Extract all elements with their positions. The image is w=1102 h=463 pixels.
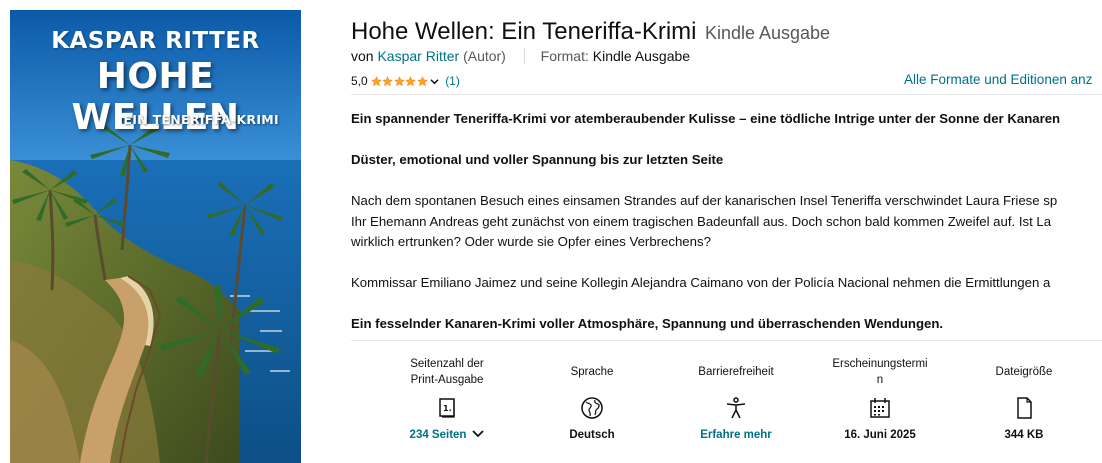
product-title: Hohe Wellen: Ein Teneriffa-Krimi — [351, 18, 697, 45]
rating-row: 5,0 (1) — [351, 74, 460, 88]
accessibility-icon — [724, 396, 748, 420]
globe-icon — [580, 396, 604, 420]
divider — [351, 94, 1102, 95]
description-headline: Düster, emotional und voller Spannung bi… — [351, 152, 724, 167]
book-pages-icon: 1. — [435, 396, 459, 420]
cover-author: KASPAR RITTER — [51, 28, 260, 54]
product-title-row: Hohe Wellen: Ein Teneriffa-Krimi Kindle … — [351, 18, 830, 46]
description-paragraph: Kommissar Emiliano Jaimez und seine Koll… — [351, 275, 1051, 290]
book-cover-image[interactable]: KASPAR RITTER HOHE WELLEN EIN TENERIFFA-… — [10, 10, 301, 463]
file-size-value: 344 KB — [1004, 429, 1044, 441]
print-length-value[interactable]: 234 Seiten — [373, 429, 521, 441]
by-prefix: von — [351, 48, 374, 64]
star-icon — [382, 75, 394, 86]
detail-label-line: Erscheinungstermi — [832, 358, 928, 370]
star-icon — [405, 75, 417, 86]
detail-label-line: n — [876, 374, 884, 386]
description-line: Nach dem spontanen Besuch eines einsamen… — [351, 193, 1058, 208]
star-icon — [393, 75, 405, 86]
detail-label-line: Print-Ausgabe — [410, 374, 484, 386]
description-line: Ihr Ehemann Andreas geht zunächst von ei… — [351, 213, 1052, 229]
print-length-text: 234 Seiten — [409, 429, 467, 441]
detail-label-line: Seitenzahl der — [410, 358, 484, 370]
detail-label: Sprache — [570, 366, 614, 378]
cover-subtitle: EIN TENERIFFA-KRIMI — [123, 112, 279, 127]
chevron-down-icon — [472, 430, 485, 438]
language-value: Deutsch — [569, 429, 615, 441]
star-icon — [416, 75, 428, 86]
binding-type: Kindle Ausgabe — [704, 23, 831, 43]
book-description: Ein spannender Teneriffa-Krimi vor atemb… — [351, 109, 1102, 355]
author-role: (Autor) — [463, 48, 506, 64]
byline: von Kaspar Ritter (Autor) Format: Kindle… — [351, 48, 690, 64]
calendar-icon — [868, 396, 892, 420]
detail-label: Erscheinungstermi n — [806, 356, 954, 388]
detail-label: Barrierefreiheit — [698, 366, 774, 378]
product-details-carousel: Seitenzahl der Print-Ausgabe 1. 234 Seit… — [351, 341, 1102, 463]
format-label: Format: — [540, 48, 589, 64]
byline-separator — [523, 48, 525, 64]
star-icon — [370, 75, 382, 86]
detail-label: Dateigröße — [995, 366, 1053, 378]
chevron-down-icon[interactable] — [430, 77, 439, 86]
detail-accessibility: Barrierefreiheit Erfahre mehr — [662, 341, 810, 463]
detail-file-size: Dateigröße 344 KB — [950, 341, 1098, 463]
rating-value: 5,0 — [351, 74, 368, 88]
svg-text:1.: 1. — [443, 404, 452, 413]
description-line: wirklich ertrunken? Oder wurde sie Opfer… — [351, 234, 711, 249]
description-paragraph: Nach dem spontanen Besuch eines einsamen… — [351, 191, 1102, 253]
star-rating[interactable] — [370, 75, 429, 87]
author-link[interactable]: Kaspar Ritter — [377, 48, 459, 64]
detail-publication-date: Erscheinungstermi n 16. Juni 2025 — [806, 341, 954, 463]
detail-label: Seitenzahl der Print-Ausgabe — [373, 356, 521, 388]
accessibility-learn-more-link[interactable]: Erfahre mehr — [662, 429, 810, 441]
description-headline: Ein spannender Teneriffa-Krimi vor atemb… — [351, 111, 1061, 126]
file-icon — [1012, 396, 1036, 420]
detail-language: Sprache Deutsch — [518, 341, 666, 463]
description-headline: Ein fesselnder Kanaren-Krimi voller Atmo… — [351, 316, 944, 331]
all-formats-link[interactable]: Alle Formate und Editionen anz — [904, 72, 1092, 87]
publication-date-value: 16. Juni 2025 — [844, 429, 916, 441]
detail-print-length: Seitenzahl der Print-Ausgabe 1. 234 Seit… — [373, 341, 521, 463]
format-value: Kindle Ausgabe — [592, 48, 691, 64]
rating-count-link[interactable]: (1) — [445, 74, 460, 88]
